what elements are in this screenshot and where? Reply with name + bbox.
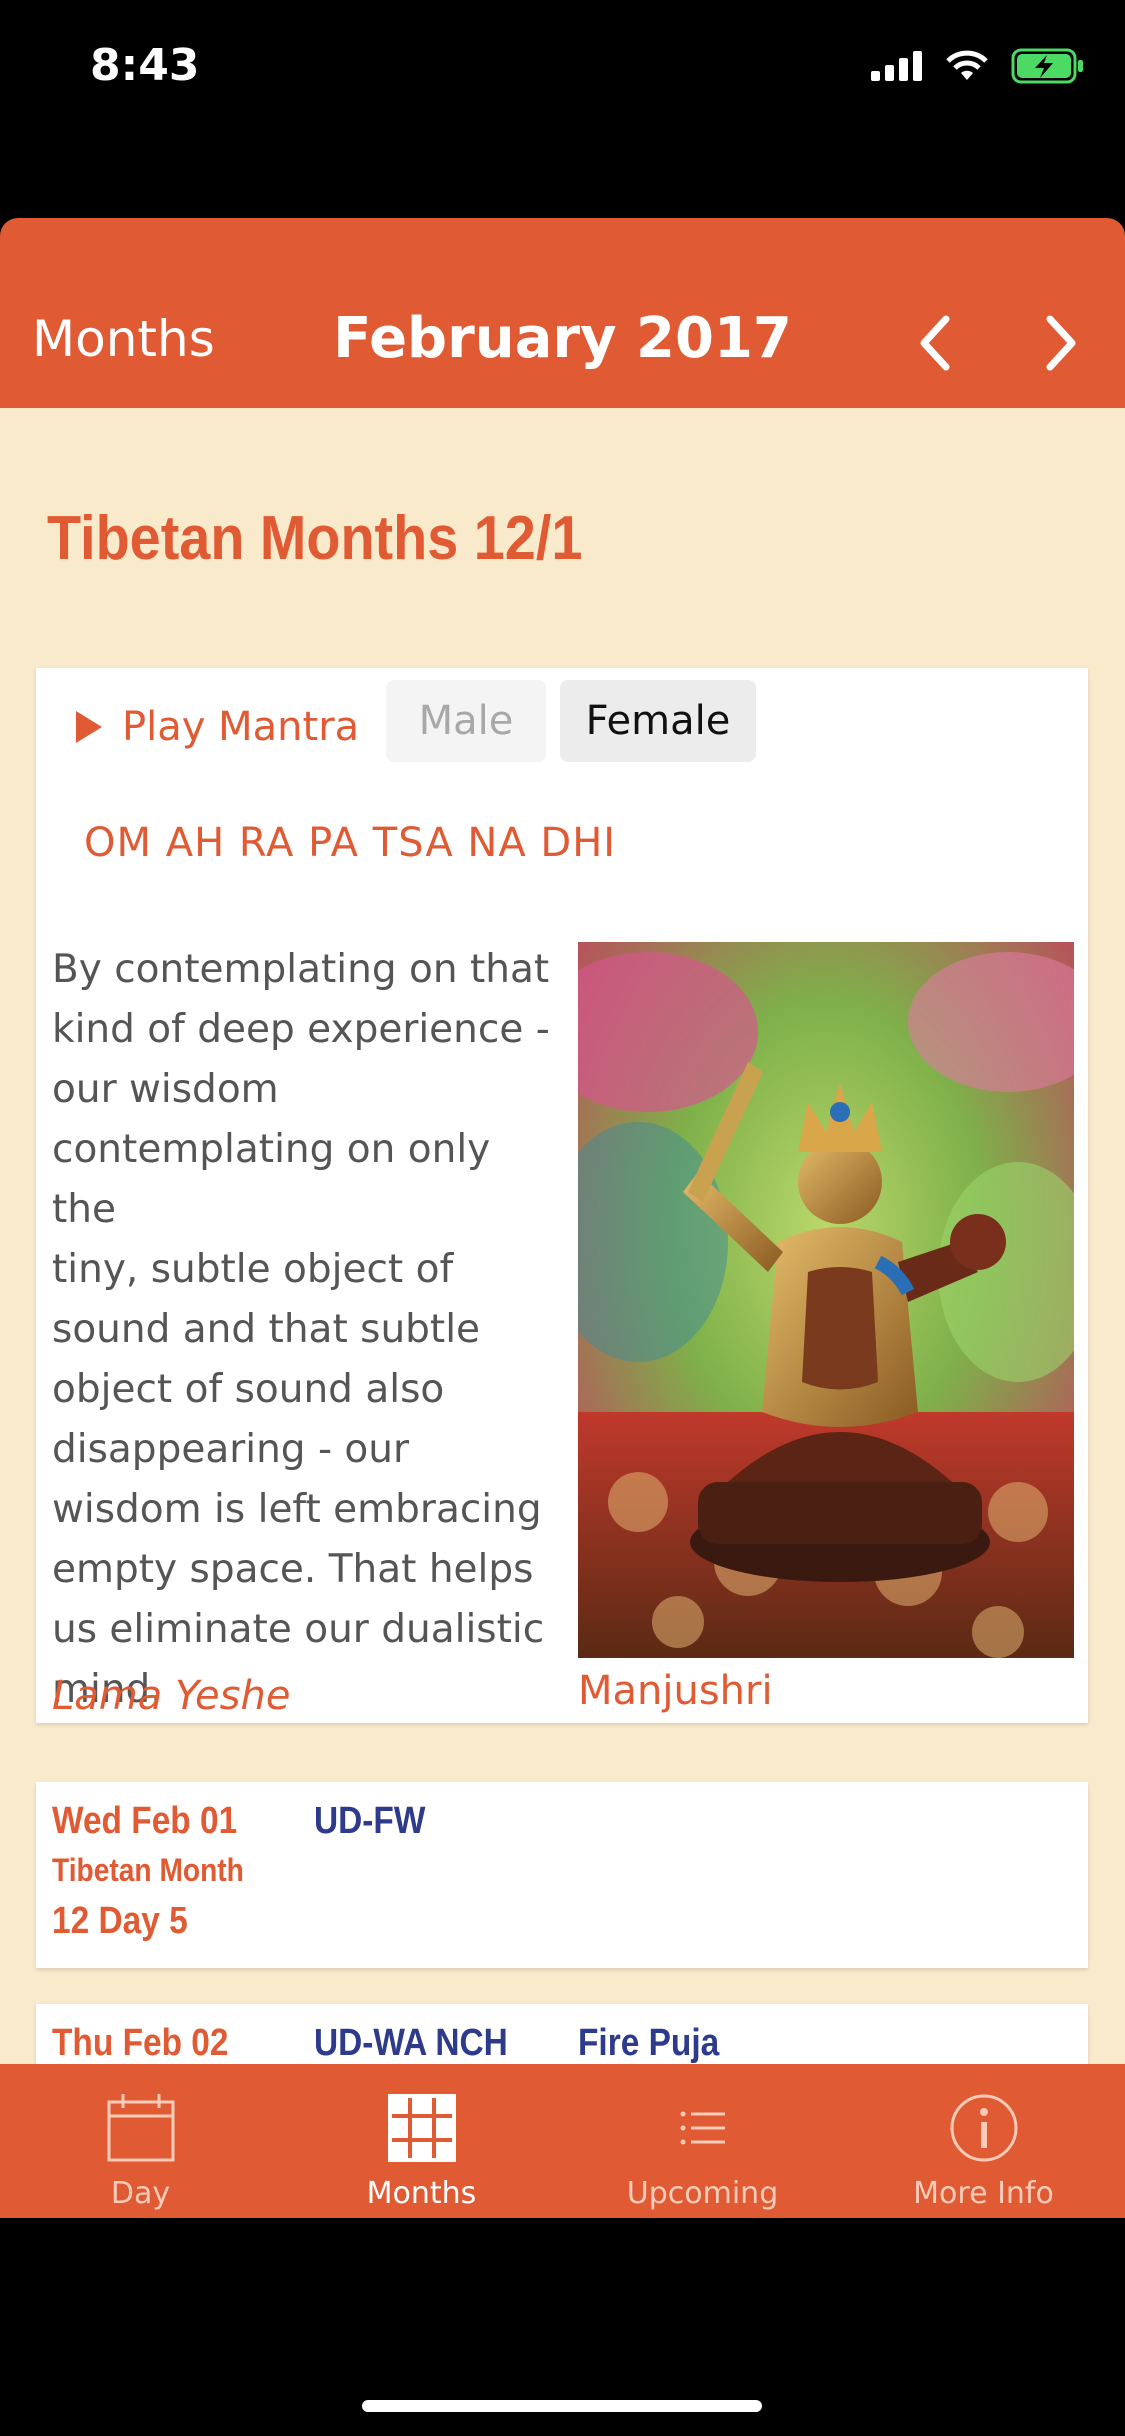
nav-bar: Months February 2017 xyxy=(0,218,1125,408)
tab-bar: Day Months Upcoming More Info xyxy=(0,2064,1125,2218)
status-bar: 8:43 xyxy=(0,0,1125,140)
tab-label: Months xyxy=(366,2176,477,2211)
day-date: Wed Feb 01 xyxy=(52,1800,238,1842)
play-row: Play Mantra xyxy=(76,692,359,762)
grid-icon xyxy=(388,2094,456,2162)
tab-day[interactable]: Day xyxy=(0,2064,281,2218)
mantra-text: OM AH RA PA TSA NA DHI xyxy=(84,820,617,866)
play-icon xyxy=(76,711,102,743)
info-icon xyxy=(950,2094,1018,2162)
play-mantra-label: Play Mantra xyxy=(122,704,360,750)
page-title: Tibetan Months 12/1 xyxy=(47,504,583,573)
signal-icon xyxy=(871,51,922,81)
tab-months[interactable]: Months xyxy=(281,2064,562,2218)
deity-image xyxy=(578,942,1074,1658)
mantra-card: Play Mantra Male Female OM AH RA PA TSA … xyxy=(36,668,1088,1723)
quote-text: By contemplating on that kind of deep ex… xyxy=(52,940,552,1720)
day-code: UD-FW xyxy=(314,1800,426,1842)
voice-male-option[interactable]: Male xyxy=(386,680,546,762)
quote-line: tiny, subtle object of xyxy=(52,1247,454,1292)
previous-month-button[interactable] xyxy=(908,313,968,373)
day-row[interactable]: Wed Feb 01 Tibetan Month 12 Day 5 UD-FW xyxy=(36,1782,1088,1968)
voice-female-option[interactable]: Female xyxy=(560,680,756,762)
day-tibetan-month: Tibetan Month xyxy=(52,1852,244,1888)
quote-line: our wisdom xyxy=(52,1067,279,1112)
calendar-icon xyxy=(107,2094,175,2162)
deity-caption: Manjushri xyxy=(578,1668,773,1714)
play-mantra-button[interactable]: Play Mantra xyxy=(76,704,359,750)
home-indicator[interactable] xyxy=(362,2400,762,2412)
quote-author: Lama Yeshe xyxy=(52,1673,291,1719)
battery-charging-icon xyxy=(1011,48,1083,84)
list-icon xyxy=(680,2111,725,2145)
day-tibetan-day: 12 Day 5 xyxy=(52,1900,188,1942)
tab-upcoming[interactable]: Upcoming xyxy=(562,2064,843,2218)
tab-label: Day xyxy=(110,2176,171,2211)
quote-line: kind of deep experience - xyxy=(52,1007,550,1052)
quote-line: empty space. That helps xyxy=(52,1547,534,1592)
tab-label: More Info xyxy=(913,2176,1054,2211)
next-month-button[interactable] xyxy=(1028,313,1088,373)
quote-line: wisdom is left embracing xyxy=(52,1487,542,1532)
wifi-icon xyxy=(946,50,988,80)
quote-line: disappearing - our xyxy=(52,1427,410,1472)
tab-label: Upcoming xyxy=(626,2176,779,2211)
quote-line: contemplating on only the xyxy=(52,1127,491,1232)
day-event: Fire Puja xyxy=(578,2022,720,2064)
day-date: Thu Feb 02 xyxy=(52,2022,229,2064)
quote-line: us eliminate our dualistic xyxy=(52,1607,545,1652)
content-scroll[interactable]: Tibetan Months 12/1 Play Mantra Male Fem… xyxy=(0,408,1125,2064)
quote-line: sound and that subtle xyxy=(52,1307,481,1352)
status-time: 8:43 xyxy=(90,40,200,91)
day-code: UD-WA NCH xyxy=(314,2022,508,2064)
day-row[interactable]: Thu Feb 02 UD-WA NCH Fire Puja xyxy=(36,2004,1088,2064)
tab-more-info[interactable]: More Info xyxy=(843,2064,1124,2218)
status-icons xyxy=(871,48,1085,84)
quote-line: object of sound also xyxy=(52,1367,445,1412)
quote-line: By contemplating on that xyxy=(52,947,550,992)
